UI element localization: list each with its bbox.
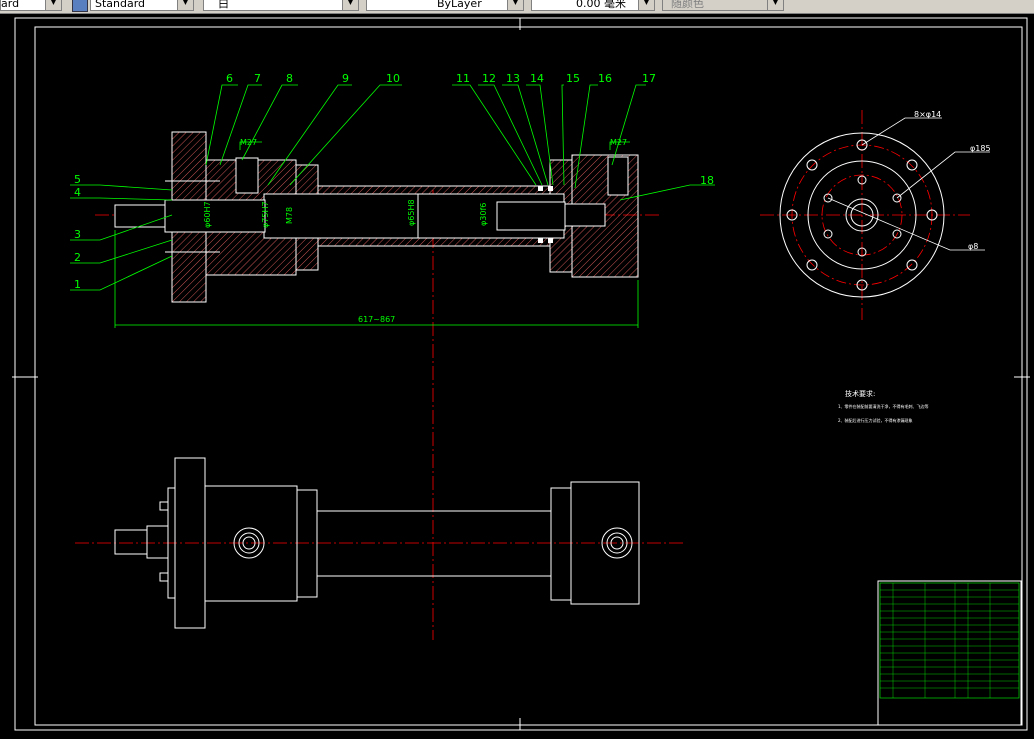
balloon-2: 2 [74,251,81,264]
properties-toolbar: ard ▼ Standard ▼ 白 ▼ ByLayer ▼ 0.00 毫米 ▼… [0,0,1034,14]
chevron-down-icon[interactable]: ▼ [638,0,654,10]
plotstyle-combo[interactable]: 随颜色 ▼ [662,0,784,11]
balloon-3: 3 [74,228,81,241]
chevron-down-icon[interactable]: ▼ [767,0,783,10]
title-block [877,580,1022,726]
drawing-frame [12,17,1030,731]
balloon-16: 16 [598,72,612,85]
technical-notes: 技术要求: 1、零件在装配前要清洗干净，不得有毛刺、飞边等 2、装配后进行压力试… [838,389,929,423]
drawing-canvas[interactable]: 1 2 3 4 5 6 7 8 9 10 11 12 13 14 15 16 1… [0,14,1034,735]
thread-right-dim: M27 [610,138,627,147]
dim-style-value: Standard [95,0,146,10]
balloon-4: 4 [74,186,81,199]
text-style-value: ard [1,0,20,10]
balloon-8: 8 [286,72,293,85]
thread-left-dim: M27 [240,138,257,147]
linetype-combo[interactable]: ByLayer ▼ [366,0,524,11]
lineweight-value: 0.00 毫米 [576,0,626,10]
balloon-1: 1 [74,278,81,291]
balloon-18: 18 [700,174,714,187]
end-view [779,117,990,298]
balloon-17: 17 [642,72,656,85]
dimstyle-icon [72,0,88,12]
pcd-label: φ185 [970,144,991,153]
thread-78-dim: M78 [285,207,294,224]
chevron-down-icon[interactable]: ▼ [177,0,193,10]
balloon-14: 14 [530,72,544,85]
dia-75-dim: φ75H7 [261,201,270,228]
holes-label: 8×φ14 [914,110,941,119]
notes-line-1: 1、零件在装配前要清洗干净，不得有毛刺、飞边等 [838,403,929,409]
linetype-value: ByLayer [437,0,482,10]
balloon-12: 12 [482,72,496,85]
balloon-5: 5 [74,173,81,186]
dia-60-dim: φ60H7 [203,201,212,228]
balloon-13: 13 [506,72,520,85]
chevron-down-icon[interactable]: ▼ [507,0,523,10]
balloon-11: 11 [456,72,470,85]
balloon-9: 9 [342,72,349,85]
dim-style-combo[interactable]: Standard ▼ [90,0,194,11]
notes-title: 技术要求: [845,389,875,398]
dia-30-dim: φ30f6 [479,203,488,226]
balloon-10: 10 [386,72,400,85]
layer-value: 白 [218,0,229,10]
balloon-15: 15 [566,72,580,85]
lineweight-combo[interactable]: 0.00 毫米 ▼ [531,0,655,11]
text-style-combo[interactable]: ard ▼ [0,0,62,11]
end-view-labels: 8×φ14 φ185 φ8 [914,110,991,251]
balloon-7: 7 [254,72,261,85]
layer-combo[interactable]: 白 ▼ [203,0,359,11]
dia-65-dim: φ65H8 [407,199,416,226]
chevron-down-icon[interactable]: ▼ [342,0,358,10]
small-hole-label: φ8 [968,242,978,251]
notes-line-2: 2、装配后进行压力试验，不得有渗漏现象 [838,417,913,423]
balloon-6: 6 [226,72,233,85]
chevron-down-icon[interactable]: ▼ [45,0,61,10]
plotstyle-value: 随颜色 [671,0,704,10]
section-view [114,131,639,303]
overall-length-dim: 617~867 [358,315,395,324]
